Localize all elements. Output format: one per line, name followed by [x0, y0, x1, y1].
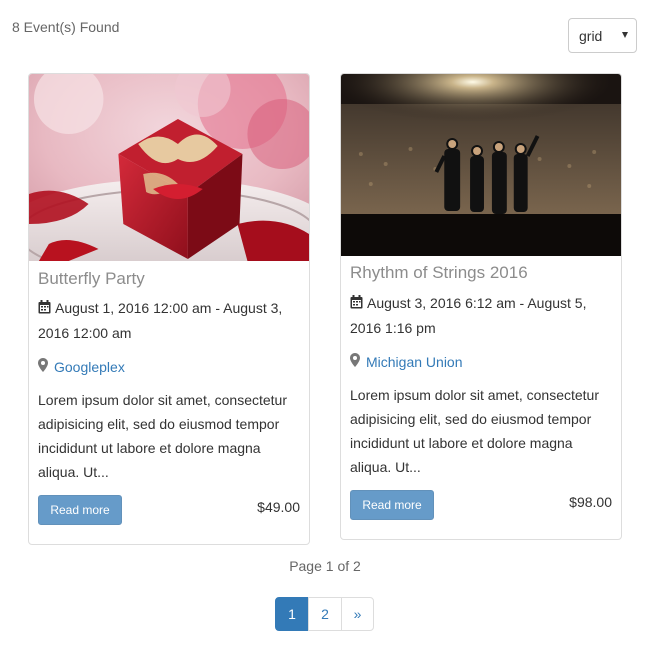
calendar-icon — [350, 292, 363, 316]
page-info: Page 1 of 2 — [289, 558, 361, 574]
map-marker-icon — [38, 358, 48, 375]
page-button-1[interactable]: 1 — [275, 597, 309, 631]
event-date: August 3, 2016 6:12 am - August 5, 2016 … — [350, 291, 615, 340]
event-price: $49.00 — [257, 499, 300, 515]
event-date-text: August 1, 2016 12:00 am - August 3, 2016… — [38, 300, 283, 341]
event-venue-link[interactable]: Michigan Union — [366, 354, 463, 370]
view-mode-select[interactable]: grid — [568, 18, 637, 53]
calendar-icon — [38, 297, 51, 321]
event-card: Butterfly Party August 1, 2016 12:00 am … — [28, 73, 310, 545]
read-more-button[interactable]: Read more — [38, 495, 122, 525]
event-price: $98.00 — [569, 494, 612, 510]
read-more-button[interactable]: Read more — [350, 490, 434, 520]
page-button-2[interactable]: 2 — [308, 597, 342, 631]
next-page-button[interactable]: » — [341, 597, 374, 631]
view-mode-value: grid — [579, 27, 603, 44]
caret-down-icon — [622, 32, 628, 38]
map-marker-icon — [350, 353, 360, 370]
event-venue-link[interactable]: Googleplex — [54, 359, 125, 375]
event-date-text: August 3, 2016 6:12 am - August 5, 2016 … — [350, 295, 587, 336]
event-description: Lorem ipsum dolor sit amet, consectetur … — [350, 387, 599, 475]
event-card: Rhythm of Strings 2016 August 3, 2016 6:… — [340, 73, 622, 540]
event-venue[interactable]: Googleplex — [38, 358, 125, 375]
event-title[interactable]: Butterfly Party — [38, 269, 145, 289]
pagination: 1 2 » — [275, 597, 374, 631]
results-count: 8 Event(s) Found — [12, 19, 120, 35]
event-image-concert[interactable] — [341, 74, 621, 256]
event-title[interactable]: Rhythm of Strings 2016 — [350, 263, 528, 283]
event-description: Lorem ipsum dolor sit amet, consectetur … — [38, 392, 287, 480]
event-image-gift-box[interactable] — [29, 74, 309, 261]
event-venue[interactable]: Michigan Union — [350, 353, 463, 370]
event-date: August 1, 2016 12:00 am - August 3, 2016… — [38, 296, 303, 345]
